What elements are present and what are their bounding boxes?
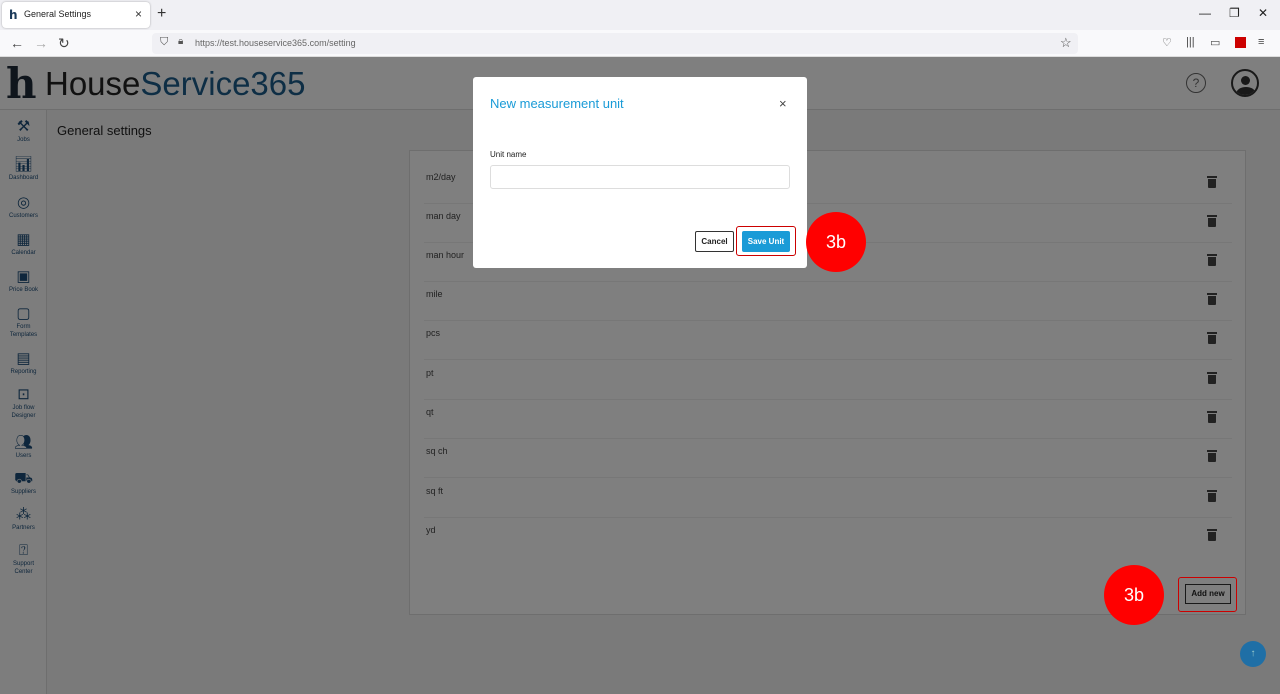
callout-badge-save: 3b xyxy=(806,212,866,272)
browser-nav-bar: ← → ↻ ⛉ 🔒︎ https://test.houseservice365.… xyxy=(0,30,1280,57)
window-close-icon[interactable]: ✕ xyxy=(1258,6,1268,20)
cancel-button[interactable]: Cancel xyxy=(695,231,734,252)
close-icon[interactable]: × xyxy=(779,96,787,111)
restore-icon[interactable]: ❐ xyxy=(1229,6,1240,20)
reload-icon[interactable]: ↻ xyxy=(58,35,70,52)
extension-icon[interactable] xyxy=(1235,37,1246,48)
shield-icon[interactable]: ⛉ xyxy=(160,36,168,49)
new-tab-icon[interactable]: + xyxy=(157,5,166,23)
site-favicon-icon: h xyxy=(9,8,18,22)
lock-icon[interactable]: 🔒︎ xyxy=(178,36,183,47)
forward-icon[interactable]: → xyxy=(34,35,48,51)
back-icon[interactable]: ← xyxy=(10,35,24,51)
bookmark-star-icon[interactable]: ☆ xyxy=(1060,35,1072,51)
sidebar-toggle-icon[interactable]: ▭ xyxy=(1210,36,1220,49)
tab-title: General Settings xyxy=(24,9,92,19)
highlight-add-new xyxy=(1178,577,1237,612)
url-bar[interactable]: ⛉ 🔒︎ https://test.houseservice365.com/se… xyxy=(152,33,1078,54)
unit-name-input[interactable] xyxy=(490,165,790,189)
modal-title: New measurement unit xyxy=(490,96,624,111)
browser-tab-bar: h General Settings × + — ❐ ✕ xyxy=(0,0,1280,30)
menu-icon[interactable]: ≡ xyxy=(1258,36,1264,48)
url-text[interactable]: https://test.houseservice365.com/setting xyxy=(195,38,356,48)
browser-tab[interactable]: h General Settings × xyxy=(2,2,150,28)
highlight-save-unit xyxy=(736,226,796,256)
minimize-icon[interactable]: — xyxy=(1199,6,1211,20)
scroll-top-icon[interactable]: ↑ xyxy=(1240,641,1266,667)
library-icon[interactable]: ||| xyxy=(1186,36,1195,48)
callout-badge-add: 3b xyxy=(1104,565,1164,625)
pocket-icon[interactable]: ♡ xyxy=(1162,36,1172,49)
tab-close-icon[interactable]: × xyxy=(135,7,142,21)
unit-name-label: Unit name xyxy=(490,150,527,159)
